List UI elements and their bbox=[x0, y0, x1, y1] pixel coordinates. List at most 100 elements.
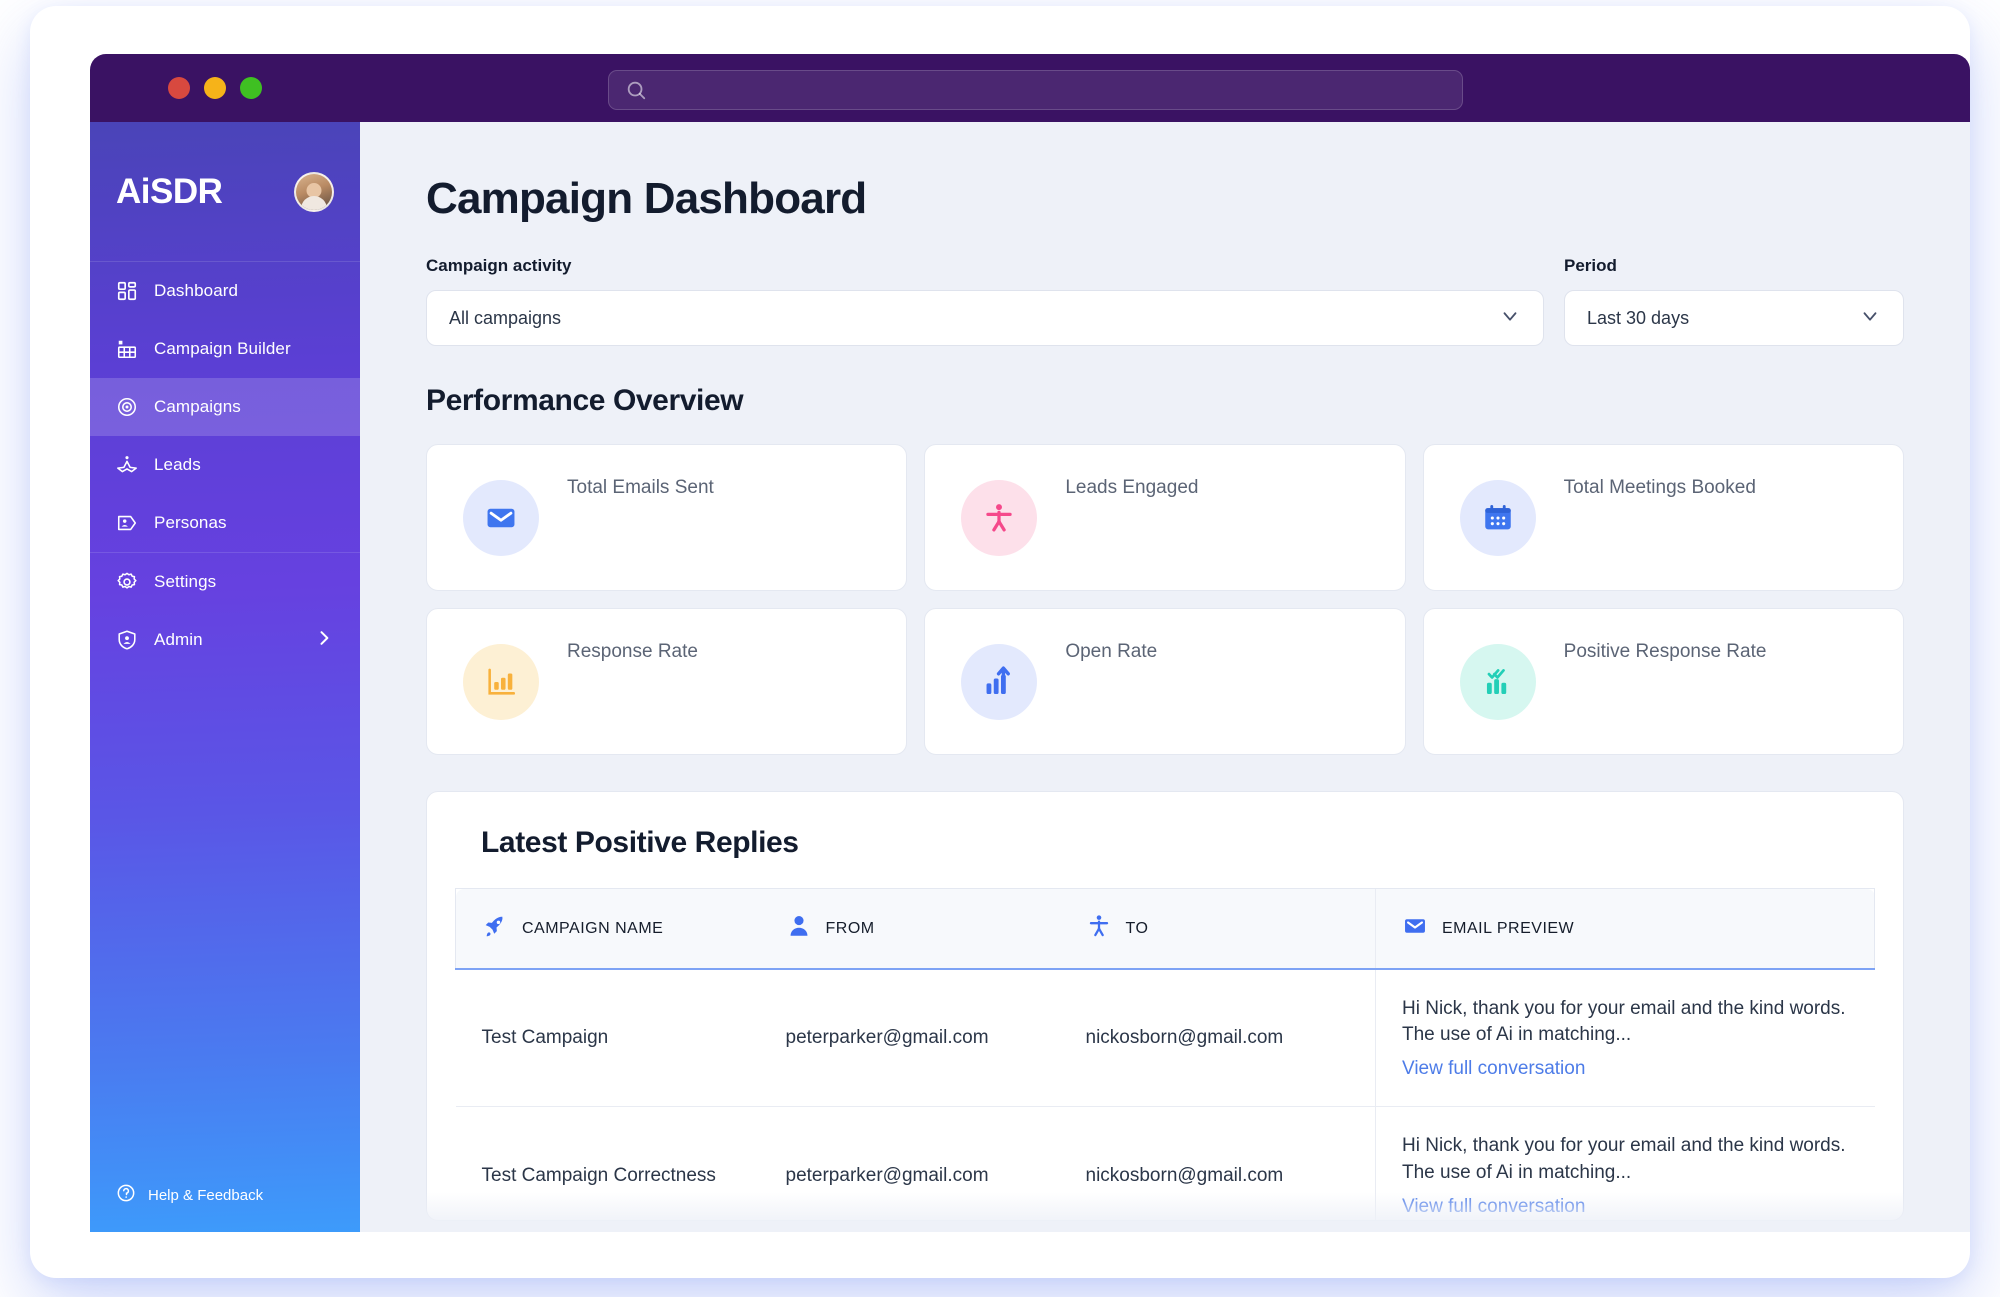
campaign-activity-value: All campaigns bbox=[449, 307, 562, 328]
brand-logo: AiSDR bbox=[116, 171, 223, 211]
stat-card-label: Total Emails Sent bbox=[567, 477, 714, 498]
cell-campaign-name: Test Campaign bbox=[455, 969, 786, 1108]
table-row[interactable]: Test Campaign Correctness peterparker@gm… bbox=[455, 1106, 1875, 1220]
email-preview-text: Hi Nick, thank you for your email and th… bbox=[1402, 1135, 1846, 1183]
performance-cards-grid: Total Emails Sent Leads Engaged Total Me… bbox=[426, 444, 1904, 755]
stat-card-label: Response Rate bbox=[567, 641, 698, 662]
sidebar-item-admin[interactable]: Admin bbox=[90, 611, 360, 669]
window-controls bbox=[168, 77, 262, 99]
column-header-label: CAMPAIGN NAME bbox=[522, 919, 664, 937]
shield-person-icon bbox=[116, 629, 138, 651]
column-header-campaign-name[interactable]: CAMPAIGN NAME bbox=[455, 888, 786, 970]
search-input[interactable] bbox=[657, 81, 1462, 99]
campaign-builder-icon bbox=[116, 338, 138, 360]
help-and-feedback-button[interactable]: Help & Feedback bbox=[90, 1166, 360, 1224]
stat-card-leads-engaged[interactable]: Leads Engaged bbox=[924, 444, 1406, 591]
stat-card-label: Open Rate bbox=[1065, 641, 1158, 662]
sidebar-item-campaign-builder[interactable]: Campaign Builder bbox=[90, 320, 360, 378]
cell-from: peterparker@gmail.com bbox=[785, 969, 1086, 1108]
envelope-icon bbox=[463, 479, 539, 556]
stat-card-total-meetings-booked[interactable]: Total Meetings Booked bbox=[1422, 444, 1904, 591]
replies-table: CAMPAIGN NAME FROM TO EMAIL PREVIEW Test… bbox=[455, 888, 1875, 1220]
cell-to: nickosborn@gmail.com bbox=[1085, 1106, 1376, 1220]
column-header-email-preview[interactable]: EMAIL PREVIEW bbox=[1375, 888, 1875, 970]
person-engaged-icon bbox=[1086, 913, 1112, 944]
performance-overview-title: Performance Overview bbox=[426, 384, 744, 417]
cell-campaign-name: Test Campaign Correctness bbox=[455, 1106, 786, 1220]
latest-positive-replies-panel: Latest Positive Replies CAMPAIGN NAME FR… bbox=[426, 791, 1904, 1221]
stat-card-label: Leads Engaged bbox=[1065, 477, 1199, 498]
sidebar-item-personas[interactable]: Personas bbox=[90, 494, 360, 552]
title-bar bbox=[90, 54, 1970, 122]
latest-positive-replies-title: Latest Positive Replies bbox=[481, 826, 799, 859]
replies-table-body: Test Campaign peterparker@gmail.com nick… bbox=[455, 969, 1875, 1220]
stat-card-open-rate[interactable]: Open Rate bbox=[924, 608, 1406, 755]
replies-table-header: CAMPAIGN NAME FROM TO EMAIL PREVIEW bbox=[455, 888, 1875, 970]
bar-chart-icon bbox=[463, 643, 539, 720]
period-select[interactable]: Last 30 days bbox=[1564, 290, 1904, 346]
cell-email-preview: Hi Nick, thank you for your email and th… bbox=[1375, 969, 1875, 1108]
chevron-down-icon bbox=[1499, 305, 1521, 332]
person-icon bbox=[786, 913, 812, 944]
sidebar-item-settings[interactable]: Settings bbox=[90, 553, 360, 611]
filter-row: Campaign activity All campaigns Period L… bbox=[426, 256, 1904, 346]
search-bar[interactable] bbox=[608, 70, 1463, 110]
page-title: Campaign Dashboard bbox=[426, 174, 867, 223]
dashboard-icon bbox=[116, 280, 138, 302]
bar-chart-check-icon bbox=[1459, 643, 1536, 720]
sidebar-item-campaigns[interactable]: Campaigns bbox=[90, 378, 360, 436]
period-filter: Period Last 30 days bbox=[1564, 256, 1904, 346]
chevron-right-icon bbox=[314, 628, 334, 653]
stat-card-label: Positive Response Rate bbox=[1563, 641, 1767, 662]
question-circle-icon bbox=[116, 1183, 136, 1208]
rocket-icon bbox=[482, 913, 508, 944]
email-preview-text: Hi Nick, thank you for your email and th… bbox=[1402, 998, 1846, 1046]
sidebar: AiSDR Dashboard Campaign Builder Campaig… bbox=[90, 122, 360, 1232]
period-label: Period bbox=[1564, 256, 1617, 275]
cell-email-preview: Hi Nick, thank you for your email and th… bbox=[1375, 1106, 1875, 1220]
sidebar-item-label: Personas bbox=[154, 513, 227, 532]
persona-tag-icon bbox=[116, 512, 138, 534]
campaign-activity-label: Campaign activity bbox=[426, 256, 572, 275]
column-header-label: FROM bbox=[825, 919, 875, 937]
sidebar-header: AiSDR bbox=[90, 122, 360, 262]
close-window-button[interactable] bbox=[168, 77, 190, 99]
column-header-label: EMAIL PREVIEW bbox=[1442, 919, 1575, 937]
search-icon bbox=[625, 79, 647, 101]
chevron-down-icon bbox=[1859, 305, 1881, 332]
sidebar-item-label: Dashboard bbox=[154, 281, 239, 300]
sidebar-item-label: Admin bbox=[154, 630, 203, 649]
main-content: Campaign Dashboard Campaign activity All… bbox=[360, 122, 1970, 1232]
gear-icon bbox=[116, 571, 138, 593]
campaign-activity-select[interactable]: All campaigns bbox=[426, 290, 1544, 346]
period-value: Last 30 days bbox=[1587, 307, 1690, 328]
minimize-window-button[interactable] bbox=[204, 77, 226, 99]
app-window: AiSDR Dashboard Campaign Builder Campaig… bbox=[90, 54, 1970, 1232]
stat-card-total-emails-sent[interactable]: Total Emails Sent bbox=[426, 444, 908, 591]
sidebar-item-dashboard[interactable]: Dashboard bbox=[90, 262, 360, 320]
table-header-row: CAMPAIGN NAME FROM TO EMAIL PREVIEW bbox=[455, 888, 1875, 970]
sidebar-item-leads[interactable]: Leads bbox=[90, 436, 360, 494]
stat-card-label: Total Meetings Booked bbox=[1563, 477, 1756, 498]
campaign-activity-filter: Campaign activity All campaigns bbox=[426, 256, 1544, 346]
table-row[interactable]: Test Campaign peterparker@gmail.com nick… bbox=[455, 969, 1875, 1108]
column-header-label: TO bbox=[1125, 919, 1149, 937]
stat-card-response-rate[interactable]: Response Rate bbox=[426, 608, 908, 755]
help-and-feedback-label: Help & Feedback bbox=[148, 1186, 264, 1204]
target-icon bbox=[116, 396, 138, 418]
cell-from: peterparker@gmail.com bbox=[785, 1106, 1086, 1220]
cell-to: nickosborn@gmail.com bbox=[1085, 969, 1376, 1108]
sidebar-item-label: Leads bbox=[154, 455, 201, 474]
maximize-window-button[interactable] bbox=[240, 77, 262, 99]
view-full-conversation-link[interactable]: View full conversation bbox=[1402, 1058, 1585, 1080]
column-header-to[interactable]: TO bbox=[1085, 888, 1376, 970]
stat-card-positive-response-rate[interactable]: Positive Response Rate bbox=[1422, 608, 1904, 755]
avatar[interactable] bbox=[294, 171, 334, 212]
calendar-icon bbox=[1459, 479, 1536, 556]
person-engaged-icon bbox=[961, 479, 1038, 556]
view-full-conversation-link[interactable]: View full conversation bbox=[1402, 1196, 1585, 1218]
column-header-from[interactable]: FROM bbox=[785, 888, 1086, 970]
sidebar-item-label: Settings bbox=[154, 572, 217, 591]
sidebar-item-label: Campaigns bbox=[154, 397, 241, 416]
